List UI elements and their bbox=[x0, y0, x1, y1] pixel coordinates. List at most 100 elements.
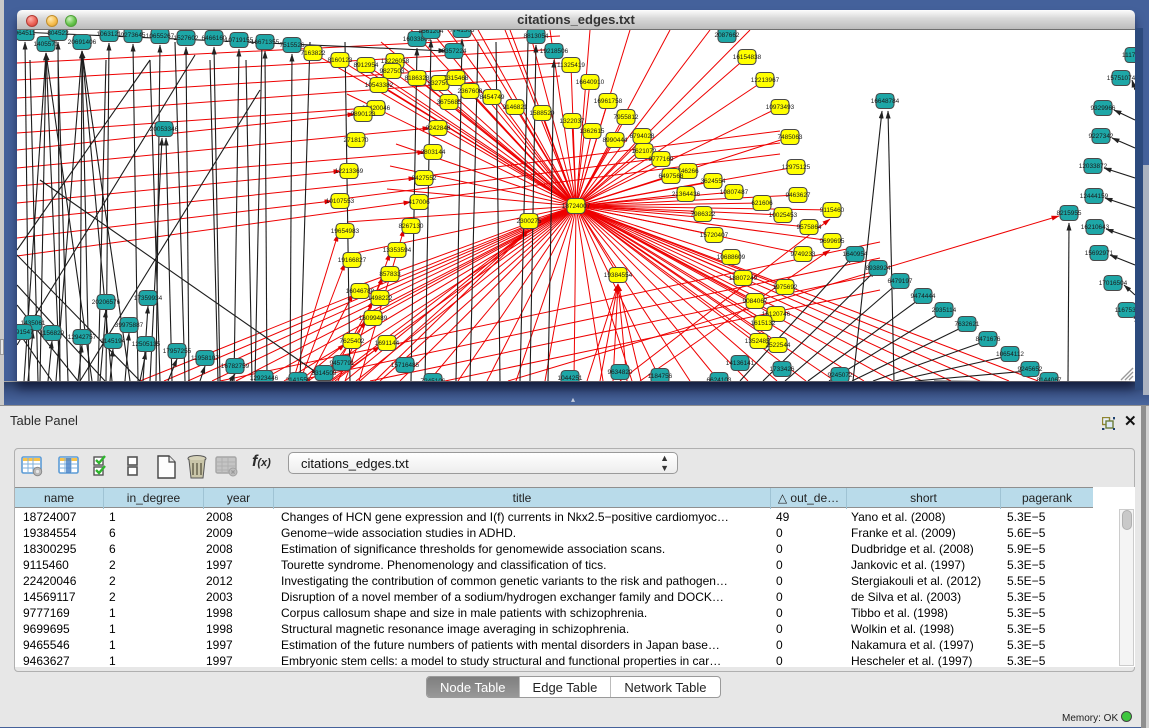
svg-text:12213369: 12213369 bbox=[335, 168, 364, 175]
svg-text:17016504: 17016504 bbox=[1099, 280, 1128, 287]
svg-text:20206576: 20206576 bbox=[92, 299, 121, 306]
svg-text:10807487: 10807487 bbox=[720, 189, 749, 196]
svg-text:6624103: 6624103 bbox=[707, 377, 732, 381]
svg-text:16648784: 16648784 bbox=[871, 98, 900, 105]
svg-text:8454749: 8454749 bbox=[480, 94, 505, 101]
svg-text:9777169: 9777169 bbox=[649, 156, 674, 163]
svg-text:7986322: 7986322 bbox=[691, 211, 716, 218]
svg-text:1145194: 1145194 bbox=[101, 338, 126, 345]
svg-text:1167539: 1167539 bbox=[1115, 307, 1135, 314]
svg-text:8314509: 8314509 bbox=[312, 370, 337, 377]
svg-text:804522: 804522 bbox=[47, 30, 69, 37]
svg-text:391547: 391547 bbox=[17, 329, 34, 336]
svg-text:7955812: 7955812 bbox=[614, 114, 639, 121]
svg-text:857833: 857833 bbox=[379, 271, 401, 278]
svg-text:10719155: 10719155 bbox=[225, 37, 254, 44]
svg-text:10973493: 10973493 bbox=[766, 104, 795, 111]
svg-text:15692971: 15692971 bbox=[1085, 250, 1114, 257]
svg-text:1322037: 1322037 bbox=[560, 118, 585, 125]
svg-text:6794028: 6794028 bbox=[630, 133, 655, 140]
svg-text:10025453: 10025453 bbox=[769, 212, 798, 219]
svg-text:8990444: 8990444 bbox=[603, 137, 628, 144]
svg-text:18807249: 18807249 bbox=[729, 275, 758, 282]
svg-text:16782759: 16782759 bbox=[221, 363, 250, 370]
svg-text:9357224: 9357224 bbox=[442, 48, 467, 55]
svg-text:13353594: 13353594 bbox=[383, 247, 412, 254]
svg-text:10107553: 10107553 bbox=[326, 198, 355, 205]
svg-text:9245652: 9245652 bbox=[1018, 366, 1043, 373]
svg-text:1184756: 1184756 bbox=[648, 373, 673, 380]
svg-text:2141556: 2141556 bbox=[286, 377, 311, 381]
svg-text:1640954: 1640954 bbox=[843, 251, 868, 258]
svg-text:7485063: 7485063 bbox=[778, 134, 803, 141]
svg-text:417006: 417006 bbox=[408, 199, 430, 206]
svg-text:1588520: 1588520 bbox=[530, 110, 555, 117]
svg-text:1405571: 1405571 bbox=[34, 41, 59, 48]
svg-text:9273645: 9273645 bbox=[121, 32, 146, 39]
svg-text:2935114: 2935114 bbox=[932, 307, 957, 314]
svg-text:2718170: 2718170 bbox=[344, 137, 369, 144]
svg-text:7625402: 7625402 bbox=[340, 338, 365, 345]
svg-text:17359934: 17359934 bbox=[134, 295, 163, 302]
svg-text:1498222: 1498222 bbox=[368, 295, 393, 302]
svg-text:9115460: 9115460 bbox=[820, 207, 845, 214]
svg-text:9699695: 9699695 bbox=[820, 238, 845, 245]
svg-text:9575864: 9575864 bbox=[797, 224, 822, 231]
svg-text:1362615: 1362615 bbox=[580, 128, 605, 135]
svg-text:16671355: 16671355 bbox=[251, 39, 280, 46]
svg-text:8215955: 8215955 bbox=[1057, 210, 1082, 217]
svg-text:8471676: 8471676 bbox=[976, 336, 1001, 343]
svg-text:7163822: 7163822 bbox=[301, 50, 326, 57]
svg-text:21364436: 21364436 bbox=[672, 191, 701, 198]
svg-text:16640910: 16640910 bbox=[576, 79, 605, 86]
svg-text:20691406: 20691406 bbox=[68, 39, 97, 46]
svg-text:11325419: 11325419 bbox=[557, 62, 585, 69]
svg-text:9474444: 9474444 bbox=[911, 293, 936, 300]
svg-text:8561204: 8561204 bbox=[419, 30, 444, 35]
svg-text:9242848: 9242848 bbox=[426, 125, 451, 132]
svg-text:15720407: 15720407 bbox=[700, 232, 729, 239]
svg-text:9227342: 9227342 bbox=[1089, 133, 1114, 140]
svg-text:7632621: 7632621 bbox=[955, 321, 980, 328]
svg-text:18724007: 18724007 bbox=[562, 203, 591, 210]
svg-text:16961758: 16961758 bbox=[594, 98, 623, 105]
svg-text:3624554: 3624554 bbox=[701, 178, 726, 185]
svg-text:19218506: 19218506 bbox=[540, 48, 569, 55]
svg-text:16210643: 16210643 bbox=[1081, 224, 1110, 231]
svg-text:12033872: 12033872 bbox=[1079, 163, 1108, 170]
svg-text:10654112: 10654112 bbox=[996, 351, 1024, 358]
svg-text:7741503: 7741503 bbox=[450, 30, 475, 34]
svg-text:17957255: 17957255 bbox=[163, 348, 192, 355]
svg-text:964511: 964511 bbox=[17, 30, 36, 37]
svg-text:8144067: 8144067 bbox=[1037, 377, 1062, 381]
svg-text:621606: 621606 bbox=[751, 200, 773, 207]
svg-text:1615132: 1615132 bbox=[751, 320, 776, 327]
svg-text:6497568: 6497568 bbox=[659, 173, 684, 180]
svg-text:12942757: 12942757 bbox=[68, 334, 97, 341]
svg-text:14136141: 14136141 bbox=[726, 360, 755, 367]
svg-text:9827503: 9827503 bbox=[380, 68, 405, 75]
svg-text:9146821: 9146821 bbox=[503, 104, 528, 111]
svg-text:19654983: 19654983 bbox=[331, 228, 360, 235]
svg-text:1975692: 1975692 bbox=[773, 284, 798, 291]
svg-text:9749233: 9749233 bbox=[791, 251, 816, 258]
svg-text:2300275: 2300275 bbox=[517, 218, 542, 225]
svg-text:12923446: 12923446 bbox=[250, 375, 279, 381]
svg-text:2087662: 2087662 bbox=[715, 32, 740, 39]
svg-text:8267130: 8267130 bbox=[399, 223, 424, 230]
svg-text:1117205: 1117205 bbox=[1122, 52, 1135, 59]
svg-text:1527602: 1527602 bbox=[174, 35, 199, 42]
svg-text:16154838: 16154838 bbox=[733, 54, 762, 61]
svg-text:39975887: 39975887 bbox=[115, 322, 144, 329]
svg-text:12505135: 12505135 bbox=[132, 341, 161, 348]
svg-text:1063121: 1063121 bbox=[97, 31, 122, 38]
svg-text:9329966: 9329966 bbox=[1091, 105, 1116, 112]
svg-text:7245106: 7245106 bbox=[421, 378, 446, 381]
svg-text:3675685: 3675685 bbox=[437, 99, 462, 106]
svg-text:6479197: 6479197 bbox=[888, 278, 913, 285]
svg-text:19166827: 19166827 bbox=[338, 257, 367, 264]
svg-text:2803144: 2803144 bbox=[421, 149, 446, 156]
svg-text:19384554: 19384554 bbox=[604, 272, 633, 279]
svg-text:15751074: 15751074 bbox=[1107, 75, 1135, 82]
svg-text:8160123: 8160123 bbox=[328, 57, 353, 64]
